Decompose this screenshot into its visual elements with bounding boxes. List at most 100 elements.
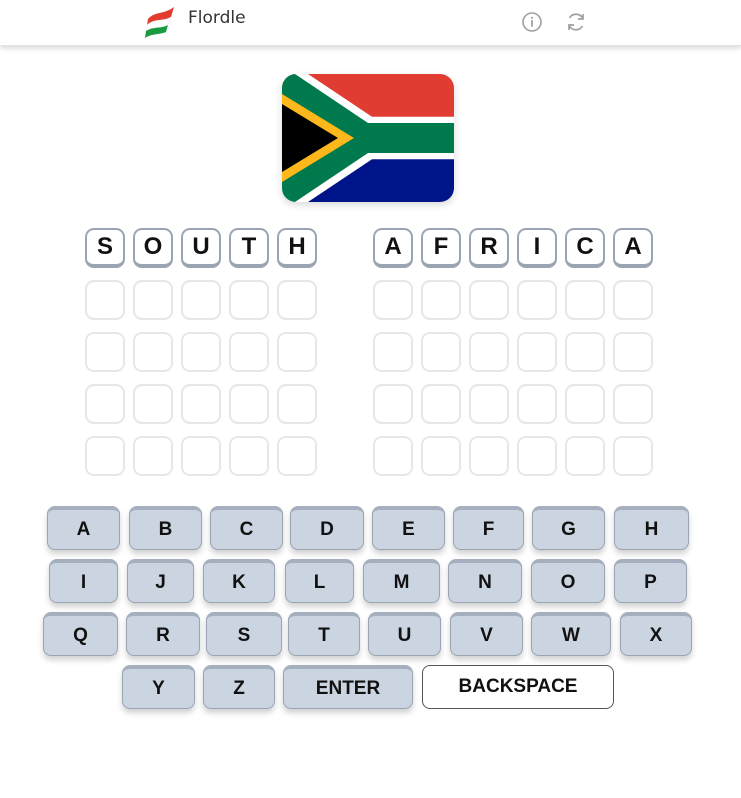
empty-letter-cell xyxy=(421,280,461,320)
guess-row xyxy=(85,280,317,320)
keyboard-row: Y Z ENTER BACKSPACE xyxy=(0,665,741,709)
key-d[interactable]: D xyxy=(290,506,364,550)
key-r[interactable]: R xyxy=(126,612,200,656)
empty-letter-cell xyxy=(133,332,173,372)
empty-letter-cell xyxy=(277,384,317,424)
key-b[interactable]: B xyxy=(129,506,202,550)
guess-row xyxy=(373,332,653,372)
guess-row xyxy=(85,332,317,372)
answer-word-2: AFRICA xyxy=(373,228,653,268)
empty-letter-cell xyxy=(181,436,221,476)
keyboard-row: QRSTUVWX xyxy=(0,612,741,656)
answer-letter-cell: I xyxy=(517,228,557,268)
guess-row xyxy=(373,280,653,320)
empty-letter-cell xyxy=(277,332,317,372)
key-t[interactable]: T xyxy=(288,612,360,656)
empty-letter-cell xyxy=(565,436,605,476)
flordle-logo-icon xyxy=(145,7,174,38)
key-g[interactable]: G xyxy=(532,506,605,550)
key-s[interactable]: S xyxy=(206,612,282,656)
empty-letter-cell xyxy=(133,280,173,320)
empty-letter-cell xyxy=(85,280,125,320)
empty-letter-cell xyxy=(133,384,173,424)
answer-word-1: SOUTH xyxy=(85,228,317,268)
top-bar: Flordle xyxy=(0,0,741,46)
key-enter[interactable]: ENTER xyxy=(283,665,413,709)
empty-letter-cell xyxy=(181,384,221,424)
empty-letter-cell xyxy=(469,280,509,320)
info-icon[interactable] xyxy=(521,11,543,33)
empty-letter-cell xyxy=(565,280,605,320)
empty-letter-cell xyxy=(181,280,221,320)
answer-letter-cell: T xyxy=(229,228,269,268)
empty-letter-cell xyxy=(613,332,653,372)
south-africa-flag-icon xyxy=(282,74,454,202)
empty-letter-cell xyxy=(373,436,413,476)
empty-letter-cell xyxy=(469,384,509,424)
key-i[interactable]: I xyxy=(49,559,118,603)
empty-letter-cell xyxy=(613,436,653,476)
key-l[interactable]: L xyxy=(285,559,354,603)
empty-letter-cell xyxy=(85,384,125,424)
key-y[interactable]: Y xyxy=(122,665,195,709)
empty-letter-cell xyxy=(469,436,509,476)
key-z[interactable]: Z xyxy=(203,665,275,709)
empty-letter-cell xyxy=(517,436,557,476)
answer-letter-cell: S xyxy=(85,228,125,268)
key-j[interactable]: J xyxy=(127,559,194,603)
answer-letter-cell: A xyxy=(613,228,653,268)
key-k[interactable]: K xyxy=(203,559,275,603)
empty-letter-cell xyxy=(421,332,461,372)
empty-letter-cell xyxy=(517,384,557,424)
key-e[interactable]: E xyxy=(372,506,445,550)
keyboard-row: IJKLMNOP xyxy=(0,559,741,603)
guess-row xyxy=(85,384,317,424)
empty-letter-cell xyxy=(517,280,557,320)
empty-letter-cell xyxy=(373,280,413,320)
key-q[interactable]: Q xyxy=(43,612,118,656)
key-v[interactable]: V xyxy=(450,612,523,656)
key-u[interactable]: U xyxy=(368,612,441,656)
key-c[interactable]: C xyxy=(210,506,283,550)
empty-letter-cell xyxy=(229,384,269,424)
guess-row xyxy=(373,384,653,424)
empty-letter-cell xyxy=(181,332,221,372)
empty-letter-cell xyxy=(421,436,461,476)
refresh-icon[interactable] xyxy=(565,11,587,33)
empty-letter-cell xyxy=(373,384,413,424)
empty-letter-cell xyxy=(469,332,509,372)
guess-row xyxy=(373,436,653,476)
key-o[interactable]: O xyxy=(531,559,605,603)
key-p[interactable]: P xyxy=(614,559,687,603)
south-africa-flag xyxy=(282,74,454,202)
empty-letter-cell xyxy=(277,436,317,476)
empty-letter-cell xyxy=(613,280,653,320)
key-n[interactable]: N xyxy=(448,559,522,603)
key-x[interactable]: X xyxy=(620,612,692,656)
answer-letter-cell: F xyxy=(421,228,461,268)
empty-letter-cell xyxy=(565,384,605,424)
key-h[interactable]: H xyxy=(614,506,689,550)
answer-letter-cell: O xyxy=(133,228,173,268)
empty-letter-cell xyxy=(277,280,317,320)
key-a[interactable]: A xyxy=(47,506,120,550)
key-m[interactable]: M xyxy=(363,559,440,603)
key-f[interactable]: F xyxy=(453,506,524,550)
empty-letter-cell xyxy=(229,280,269,320)
empty-letter-cell xyxy=(133,436,173,476)
key-w[interactable]: W xyxy=(531,612,611,656)
empty-letter-cell xyxy=(613,384,653,424)
app-title: Flordle xyxy=(188,8,246,28)
empty-letter-cell xyxy=(229,332,269,372)
empty-letter-cell xyxy=(85,436,125,476)
answer-letter-cell: C xyxy=(565,228,605,268)
empty-letter-cell xyxy=(85,332,125,372)
answer-letter-cell: H xyxy=(277,228,317,268)
keyboard-row: ABCDEFGH xyxy=(0,506,741,550)
answer-letter-cell: U xyxy=(181,228,221,268)
key-backspace[interactable]: BACKSPACE xyxy=(422,665,614,709)
empty-letter-cell xyxy=(517,332,557,372)
empty-letter-cell xyxy=(229,436,269,476)
answer-letter-cell: A xyxy=(373,228,413,268)
empty-letter-cell xyxy=(373,332,413,372)
